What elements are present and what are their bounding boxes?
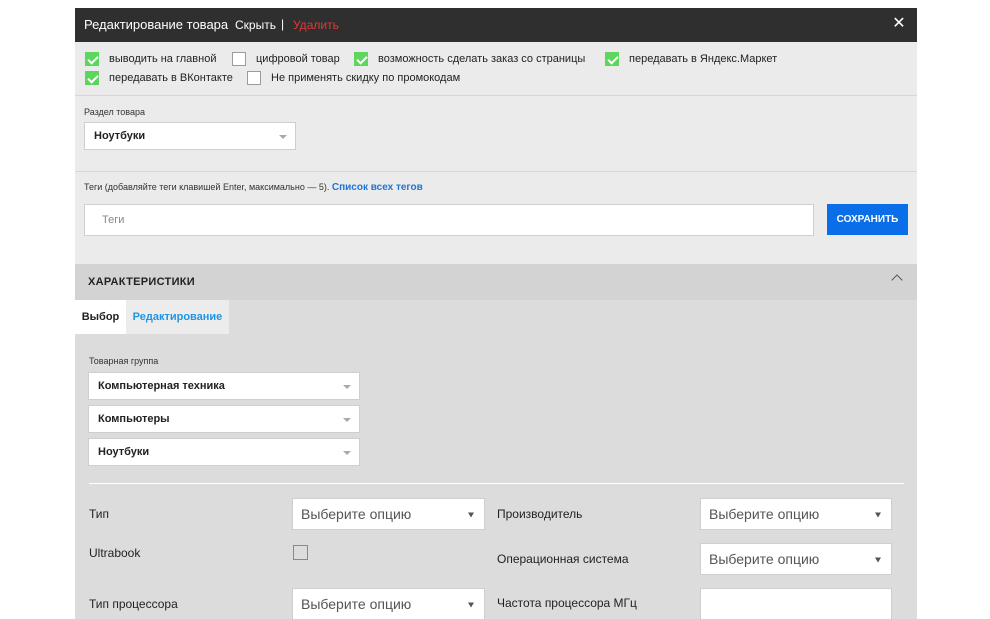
flag-label: Не применять скидку по промокодам — [271, 72, 461, 84]
checkbox-unchecked-icon[interactable] — [232, 52, 246, 66]
caret-down-icon — [468, 512, 474, 518]
type-label: Тип — [89, 507, 110, 521]
cpu-frequency-label: Частота процессора МГц — [497, 596, 637, 610]
chevron-down-icon — [343, 385, 351, 389]
select-value: Выберите опцию — [301, 596, 412, 612]
section-select[interactable]: Ноутбуки — [84, 122, 296, 150]
select-value: Выберите опцию — [709, 551, 820, 567]
product-group-select-1[interactable]: Компьютерная техника — [88, 372, 360, 400]
tags-hint: Теги (добавляйте теги клавишей Enter, ма… — [84, 182, 423, 193]
flag-label: передавать в ВКонтакте — [109, 72, 233, 84]
product-flags: выводить на главной цифровой товар возмо… — [75, 42, 917, 96]
tab-select[interactable]: Выбор — [75, 300, 126, 334]
select-value: Компьютеры — [98, 413, 170, 425]
panel-header: Редактирование товара Скрыть | Удалить ✕ — [75, 8, 917, 42]
characteristics-header[interactable]: ХАРАКТЕРИСТИКИ — [75, 264, 917, 300]
hide-link[interactable]: Скрыть — [235, 18, 276, 32]
divider — [89, 483, 904, 484]
checkbox-unchecked-icon[interactable] — [247, 71, 261, 85]
checkbox-checked-icon[interactable] — [85, 52, 99, 66]
flag-order-from-page[interactable]: возможность сделать заказ со страницы — [354, 52, 585, 66]
caret-down-icon — [875, 512, 881, 518]
section-select-value: Ноутбуки — [94, 130, 146, 142]
ultrabook-checkbox[interactable] — [293, 545, 308, 560]
product-group-label: Товарная группа — [89, 356, 159, 366]
close-icon[interactable]: ✕ — [891, 14, 907, 34]
tab-edit[interactable]: Редактирование — [126, 300, 229, 334]
os-label: Операционная система — [497, 552, 629, 566]
product-group-select-2[interactable]: Компьютеры — [88, 405, 360, 433]
tags-input[interactable]: Теги — [84, 204, 814, 236]
cpu-type-select[interactable]: Выберите опцию — [292, 588, 485, 619]
select-value: Выберите опцию — [301, 506, 412, 522]
section-block: Раздел товара Ноутбуки — [75, 96, 917, 172]
checkbox-checked-icon[interactable] — [605, 52, 619, 66]
flag-label: цифровой товар — [256, 53, 340, 65]
flag-label: выводить на главной — [109, 53, 217, 65]
manufacturer-label: Производитель — [497, 507, 583, 521]
type-select[interactable]: Выберите опцию — [292, 498, 485, 530]
edit-product-panel: Редактирование товара Скрыть | Удалить ✕… — [75, 8, 917, 619]
flag-vkontakte[interactable]: передавать в ВКонтакте — [85, 71, 233, 85]
select-value: Компьютерная техника — [98, 380, 225, 392]
flag-digital-product[interactable]: цифровой товар — [232, 52, 340, 66]
header-separator: | — [281, 17, 285, 31]
caret-down-icon — [468, 602, 474, 608]
save-button[interactable]: СОХРАНИТЬ — [827, 204, 908, 235]
tags-block: Теги (добавляйте теги клавишей Enter, ма… — [75, 172, 917, 263]
chevron-up-icon[interactable] — [891, 274, 903, 286]
manufacturer-select[interactable]: Выберите опцию — [700, 498, 892, 530]
flag-label: передавать в Яндекс.Маркет — [629, 53, 778, 65]
delete-link[interactable]: Удалить — [293, 18, 339, 32]
characteristics-body: Выбор Редактирование Товарная группа Ком… — [75, 300, 917, 619]
select-value: Ноутбуки — [98, 446, 150, 458]
all-tags-link[interactable]: Список всех тегов — [332, 182, 423, 193]
cpu-frequency-input[interactable] — [700, 588, 892, 619]
select-value: Выберите опцию — [709, 506, 820, 522]
flag-label: возможность сделать заказ со страницы — [378, 53, 586, 65]
characteristics-title: ХАРАКТЕРИСТИКИ — [88, 276, 195, 288]
chevron-down-icon — [343, 418, 351, 422]
flag-show-on-main[interactable]: выводить на главной — [85, 52, 216, 66]
checkbox-checked-icon[interactable] — [85, 71, 99, 85]
caret-down-icon — [875, 557, 881, 563]
os-select[interactable]: Выберите опцию — [700, 543, 892, 575]
flag-yandex-market[interactable]: передавать в Яндекс.Маркет — [605, 52, 777, 66]
panel-title: Редактирование товара — [84, 17, 229, 32]
cpu-type-label: Тип процессора — [89, 597, 178, 611]
product-group-select-3[interactable]: Ноутбуки — [88, 438, 360, 466]
chevron-down-icon — [343, 451, 351, 455]
chevron-down-icon — [279, 135, 287, 139]
flag-no-promo-discount[interactable]: Не применять скидку по промокодам — [247, 71, 460, 85]
ultrabook-label: Ultrabook — [89, 546, 141, 560]
tags-hint-text: Теги (добавляйте теги клавишей Enter, ма… — [84, 182, 330, 192]
section-label: Раздел товара — [84, 107, 145, 117]
checkbox-checked-icon[interactable] — [354, 52, 368, 66]
